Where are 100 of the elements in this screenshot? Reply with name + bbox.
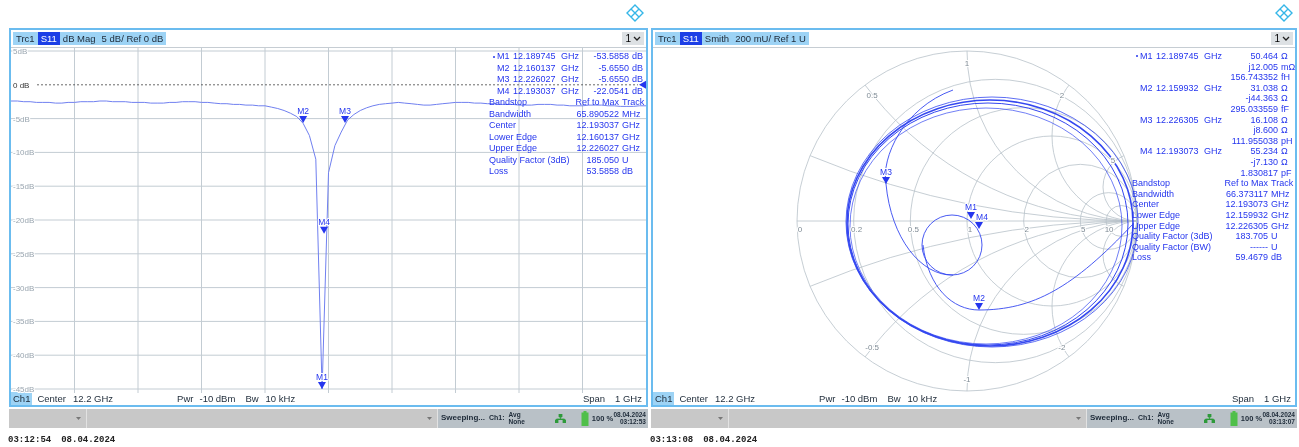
marker-frequency: 12.159932: [1156, 82, 1200, 94]
marker-value: -22.0541: [592, 85, 629, 97]
marker-icon: [975, 303, 983, 310]
trace-label[interactable]: 200 mU/ Ref 1 U: [732, 32, 809, 45]
sweep-status: Sweeping...: [1090, 412, 1134, 425]
result-label: Quality Factor (3dB): [489, 154, 571, 166]
result-label: Bandwidth: [1132, 188, 1176, 200]
footer-label: Center: [37, 392, 66, 405]
value-unit: Ω: [1280, 156, 1289, 168]
marker-value: j8.600: [1252, 125, 1278, 136]
axis-tick-label: -25dB: [13, 249, 35, 259]
axis-tick-label: -15dB: [13, 182, 35, 192]
channel-dropdown[interactable]: 1: [622, 32, 644, 45]
result-label: Center: [1132, 199, 1159, 210]
marker-label: M3: [339, 106, 351, 116]
marker-icon: [317, 382, 326, 389]
trace-label[interactable]: dB Mag: [59, 32, 99, 45]
marker-name: M2: [1140, 82, 1154, 94]
result-unit: GHz: [621, 120, 641, 132]
marker-frequency: 12.160137: [513, 62, 557, 74]
marker-frequency: 12.193037: [513, 85, 557, 97]
grid-label: -2: [1058, 343, 1066, 353]
trace-label[interactable]: 5 dB/ Ref 0 dB: [98, 32, 167, 45]
marker-value: 31.038: [1249, 82, 1278, 94]
result-unit: GHz: [1270, 199, 1290, 210]
channel-label: Ch1: [11, 392, 33, 405]
trace-label[interactable]: Trc1: [655, 32, 680, 45]
result-unit: GHz: [1270, 209, 1290, 221]
caret-down-icon: [1076, 416, 1081, 420]
value-unit: pF: [1280, 167, 1292, 179]
result-value: 12.193037: [575, 120, 619, 132]
trace-label[interactable]: S11: [679, 32, 702, 45]
result-value: 183.705: [1234, 231, 1268, 242]
frequency-unit: GHz: [560, 62, 580, 74]
result-unit: GHz: [621, 143, 641, 155]
result-label: Lower Edge: [489, 131, 539, 143]
value-unit: Ω: [1280, 93, 1289, 104]
sweep-status: Sweeping...: [441, 412, 485, 425]
marker-label: M2: [973, 293, 985, 303]
result-value: ------: [1249, 241, 1268, 253]
axis-tick-label: -5dB: [13, 114, 30, 124]
value-unit: Ω: [1280, 114, 1289, 126]
value-unit: dB: [631, 74, 643, 86]
value-unit: Ω: [1280, 82, 1289, 94]
axis-tick-label: -45dB: [13, 385, 35, 393]
value-unit: dB: [631, 51, 643, 63]
marker-value: 295.033559: [1229, 104, 1278, 115]
result-label: Bandwidth: [489, 108, 533, 120]
grid-label: 0: [797, 225, 803, 234]
grid-label: 5: [1081, 225, 1086, 234]
marker-name: M1: [497, 51, 511, 63]
value-unit: Ω: [1280, 146, 1289, 157]
marker-value: 111.955038: [1230, 135, 1278, 147]
result-value: 185.050: [585, 154, 619, 166]
diamond-logo-icon: [626, 4, 644, 22]
marker-name: M3: [1140, 114, 1154, 126]
result-value: 12.226305: [1224, 220, 1268, 232]
marker-value: 156.743352: [1229, 72, 1278, 83]
axis-tick-label: -30dB: [13, 283, 35, 293]
capture-time: 03:12:54: [8, 433, 52, 447]
footer-label: Span: [582, 392, 606, 405]
value-unit: fF: [1280, 104, 1290, 115]
grid-label: 0.5: [866, 90, 878, 100]
marker-frequency: 12.226027: [513, 74, 557, 86]
trace-label[interactable]: S11: [37, 32, 60, 45]
marker-icon: [320, 226, 329, 234]
grid-label: 0.2: [851, 225, 863, 234]
marker-value: 55.234: [1249, 146, 1278, 157]
value-unit: dB: [631, 62, 643, 74]
network-icon: [554, 413, 566, 423]
result-value: 65.890522: [575, 108, 619, 120]
frequency-unit: GHz: [1203, 51, 1223, 62]
footer-label: Pwr: [819, 392, 836, 405]
table-heading: Track: [621, 97, 643, 109]
caret-down-icon: [76, 416, 81, 420]
capture-time: 03:13:08: [650, 433, 694, 447]
battery-icon: [1229, 410, 1238, 426]
trace-label[interactable]: Smith: [701, 32, 733, 45]
grid-label: 0.5: [907, 225, 919, 234]
capture-date: 08.04.2024: [703, 433, 758, 447]
axis-tick-label: -35dB: [13, 317, 35, 327]
marker-value: -5.6550: [597, 62, 629, 74]
result-unit: dB: [1270, 252, 1283, 263]
diamond-logo-icon: [1275, 4, 1293, 22]
trace-label[interactable]: Trc1: [13, 32, 38, 45]
result-value: 12.226027: [575, 143, 619, 155]
frequency-unit: GHz: [560, 85, 580, 97]
footer-value: -10 dBm: [199, 392, 236, 405]
grid-label: -1: [963, 375, 971, 385]
marker-value: 16.108: [1249, 114, 1278, 126]
marker-icon: [882, 177, 890, 184]
channel-dropdown[interactable]: 1: [1271, 32, 1293, 45]
grid-label: 5: [1110, 156, 1116, 166]
marker-frequency: 12.193073: [1156, 146, 1200, 157]
result-value: 53.5858: [585, 166, 619, 178]
value-unit: pH: [1280, 135, 1292, 147]
table-heading: Ref to Max: [574, 97, 619, 109]
result-unit: MHz: [621, 108, 642, 120]
caret-down-icon: [718, 416, 723, 420]
footer-value: 1 GHz: [615, 392, 642, 405]
